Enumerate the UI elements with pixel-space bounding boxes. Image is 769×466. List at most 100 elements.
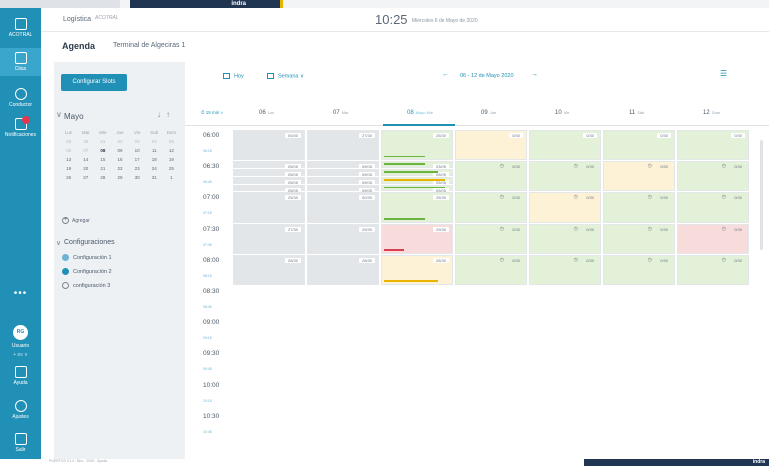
time-slot[interactable]: 05/05	[233, 184, 305, 193]
configure-slots-button[interactable]: Configurar Slots	[61, 74, 127, 91]
calendar-day[interactable]: 31	[146, 173, 163, 182]
calendar-day[interactable]: 09	[111, 146, 128, 155]
time-slot[interactable]: ◷ 0/30	[455, 223, 527, 254]
time-slot[interactable]: 05/05	[233, 169, 305, 177]
calendar-day[interactable]: 03	[129, 137, 146, 146]
calendar-day[interactable]: 23	[129, 164, 146, 173]
time-slot[interactable]: 25/30	[381, 130, 453, 161]
config-option-3[interactable]: configuración 3	[62, 282, 110, 289]
time-slot[interactable]: ◷ 0/30	[677, 161, 749, 192]
day-header-10[interactable]: 10 Vie	[555, 110, 569, 116]
calendar-day[interactable]: 28	[94, 173, 111, 182]
radio-icon[interactable]	[62, 254, 69, 261]
time-slot[interactable]: 27/30	[307, 130, 379, 161]
calendar-day[interactable]: 06	[60, 146, 77, 155]
time-slot[interactable]: ◷ 0/30	[529, 192, 601, 223]
time-slot[interactable]: 05/05	[381, 176, 453, 185]
calendar-day[interactable]: 05	[163, 137, 180, 146]
filter-icon[interactable]: ☰	[720, 69, 727, 78]
chevron-down-icon[interactable]: ∨	[56, 239, 61, 247]
calendar-day[interactable]: 04	[146, 137, 163, 146]
scrollbar[interactable]	[760, 140, 763, 250]
calendar-day[interactable]: 08	[94, 146, 111, 155]
time-slot[interactable]: 00/30	[233, 130, 305, 161]
time-slot[interactable]: 0/30	[677, 130, 749, 161]
time-slot[interactable]: 05/05	[233, 161, 305, 170]
configs-title[interactable]: Configuraciones	[64, 239, 115, 246]
time-slot[interactable]: ◷ 0/30	[677, 223, 749, 254]
time-slot[interactable]: 05/05	[307, 176, 379, 185]
sidebar-item-acotral[interactable]: ACOTRAL	[0, 18, 41, 38]
calendar-day[interactable]: 12	[163, 146, 180, 155]
day-header-11[interactable]: 11 Sáb	[629, 110, 644, 116]
calendar-day[interactable]: 15	[94, 155, 111, 164]
radio-icon[interactable]	[62, 268, 69, 275]
next-week-button[interactable]: →	[531, 71, 538, 78]
time-slot[interactable]: 27/30	[233, 223, 305, 254]
calendar-day[interactable]: 25	[163, 164, 180, 173]
chevron-down-icon[interactable]: ∨	[56, 110, 62, 119]
user-label[interactable]: Usuario	[0, 343, 41, 349]
calendar-day[interactable]: 29	[60, 137, 77, 146]
day-header-12[interactable]: 12 Dom	[703, 110, 720, 116]
time-slot[interactable]: 25/30	[381, 192, 453, 223]
time-slot[interactable]: 28/30	[233, 254, 305, 285]
time-slot[interactable]: ◷ 0/30	[603, 192, 675, 223]
calendar-day[interactable]: 20	[77, 164, 94, 173]
browser-tab[interactable]	[0, 0, 120, 8]
today-button[interactable]: Hoy	[223, 73, 244, 79]
time-slot[interactable]: 03/05	[381, 161, 453, 170]
calendar-day[interactable]: 1	[163, 173, 180, 182]
time-slot[interactable]: 05/05	[381, 169, 453, 177]
sidebar-item-conductor[interactable]: Conductor	[0, 88, 41, 108]
calendar-day[interactable]: 30	[77, 137, 94, 146]
calendar-day[interactable]: 02	[111, 137, 128, 146]
calendar-day[interactable]: 07	[77, 146, 94, 155]
sidebar-item-salir[interactable]: Salir	[0, 433, 41, 453]
sidebar-item-ayuda[interactable]: Ayuda	[0, 366, 41, 386]
time-slot[interactable]: 28/30	[307, 254, 379, 285]
time-slot[interactable]: ◷ 0/30	[677, 192, 749, 223]
day-header-09[interactable]: 09 Jue	[481, 110, 496, 116]
calendar-day[interactable]: 16	[111, 155, 128, 164]
calendar-day[interactable]: 30	[129, 173, 146, 182]
day-header-06[interactable]: 06 Lun	[259, 110, 274, 116]
time-slot[interactable]: ◷ 0/30	[455, 254, 527, 285]
language-select[interactable]: + es ∨	[0, 352, 41, 358]
prev-week-button[interactable]: ←	[442, 71, 449, 78]
time-slot[interactable]: 28/30	[381, 254, 453, 285]
time-slot[interactable]: 0/30	[603, 130, 675, 161]
calendar-day[interactable]: 17	[129, 155, 146, 164]
time-slot[interactable]: ◷ 0/30	[529, 161, 601, 192]
view-select[interactable]: Semana ∨	[267, 73, 304, 79]
calendar-day[interactable]: 01	[94, 137, 111, 146]
time-slot[interactable]: ◷ 0/30	[455, 192, 527, 223]
day-header-08[interactable]: 08 Mayo Mie	[407, 110, 433, 116]
sidebar-item-ajustes[interactable]: Ajustes	[0, 400, 41, 420]
time-slot[interactable]: 00/30	[307, 192, 379, 223]
avatar[interactable]: RG	[13, 325, 28, 340]
sidebar-item-notificaciones[interactable]: Notificaciones	[0, 118, 41, 138]
time-slot[interactable]: ◷ 0/30	[529, 223, 601, 254]
time-slot[interactable]: ◷ 0/30	[529, 254, 601, 285]
calendar-day[interactable]: 10	[129, 146, 146, 155]
add-button[interactable]: + Agregar	[62, 217, 90, 224]
time-slot[interactable]: 05/05	[307, 161, 379, 170]
calendar-day[interactable]: 26	[60, 173, 77, 182]
calendar-day[interactable]: 19	[60, 164, 77, 173]
time-slot[interactable]: 25/30	[233, 192, 305, 223]
time-slot[interactable]: 0/30	[455, 130, 527, 161]
month-label[interactable]: Mayo	[64, 112, 84, 121]
time-slot[interactable]: 0/30	[529, 130, 601, 161]
calendar-day[interactable]: 22	[111, 164, 128, 173]
time-slot[interactable]: 05/05	[381, 184, 453, 193]
calendar-day[interactable]: 19	[163, 155, 180, 164]
interval-select[interactable]: ⏱ 15 min ∨	[201, 110, 223, 115]
time-slot[interactable]: ◷ 0/30	[603, 161, 675, 192]
calendar-day[interactable]: 24	[146, 164, 163, 173]
time-slot[interactable]: ◷ 0/30	[603, 254, 675, 285]
time-slot[interactable]: 05/05	[307, 184, 379, 193]
more-menu[interactable]: •••	[0, 288, 41, 299]
time-slot[interactable]: ◷ 0/30	[455, 161, 527, 192]
calendar-day[interactable]: 29	[111, 173, 128, 182]
